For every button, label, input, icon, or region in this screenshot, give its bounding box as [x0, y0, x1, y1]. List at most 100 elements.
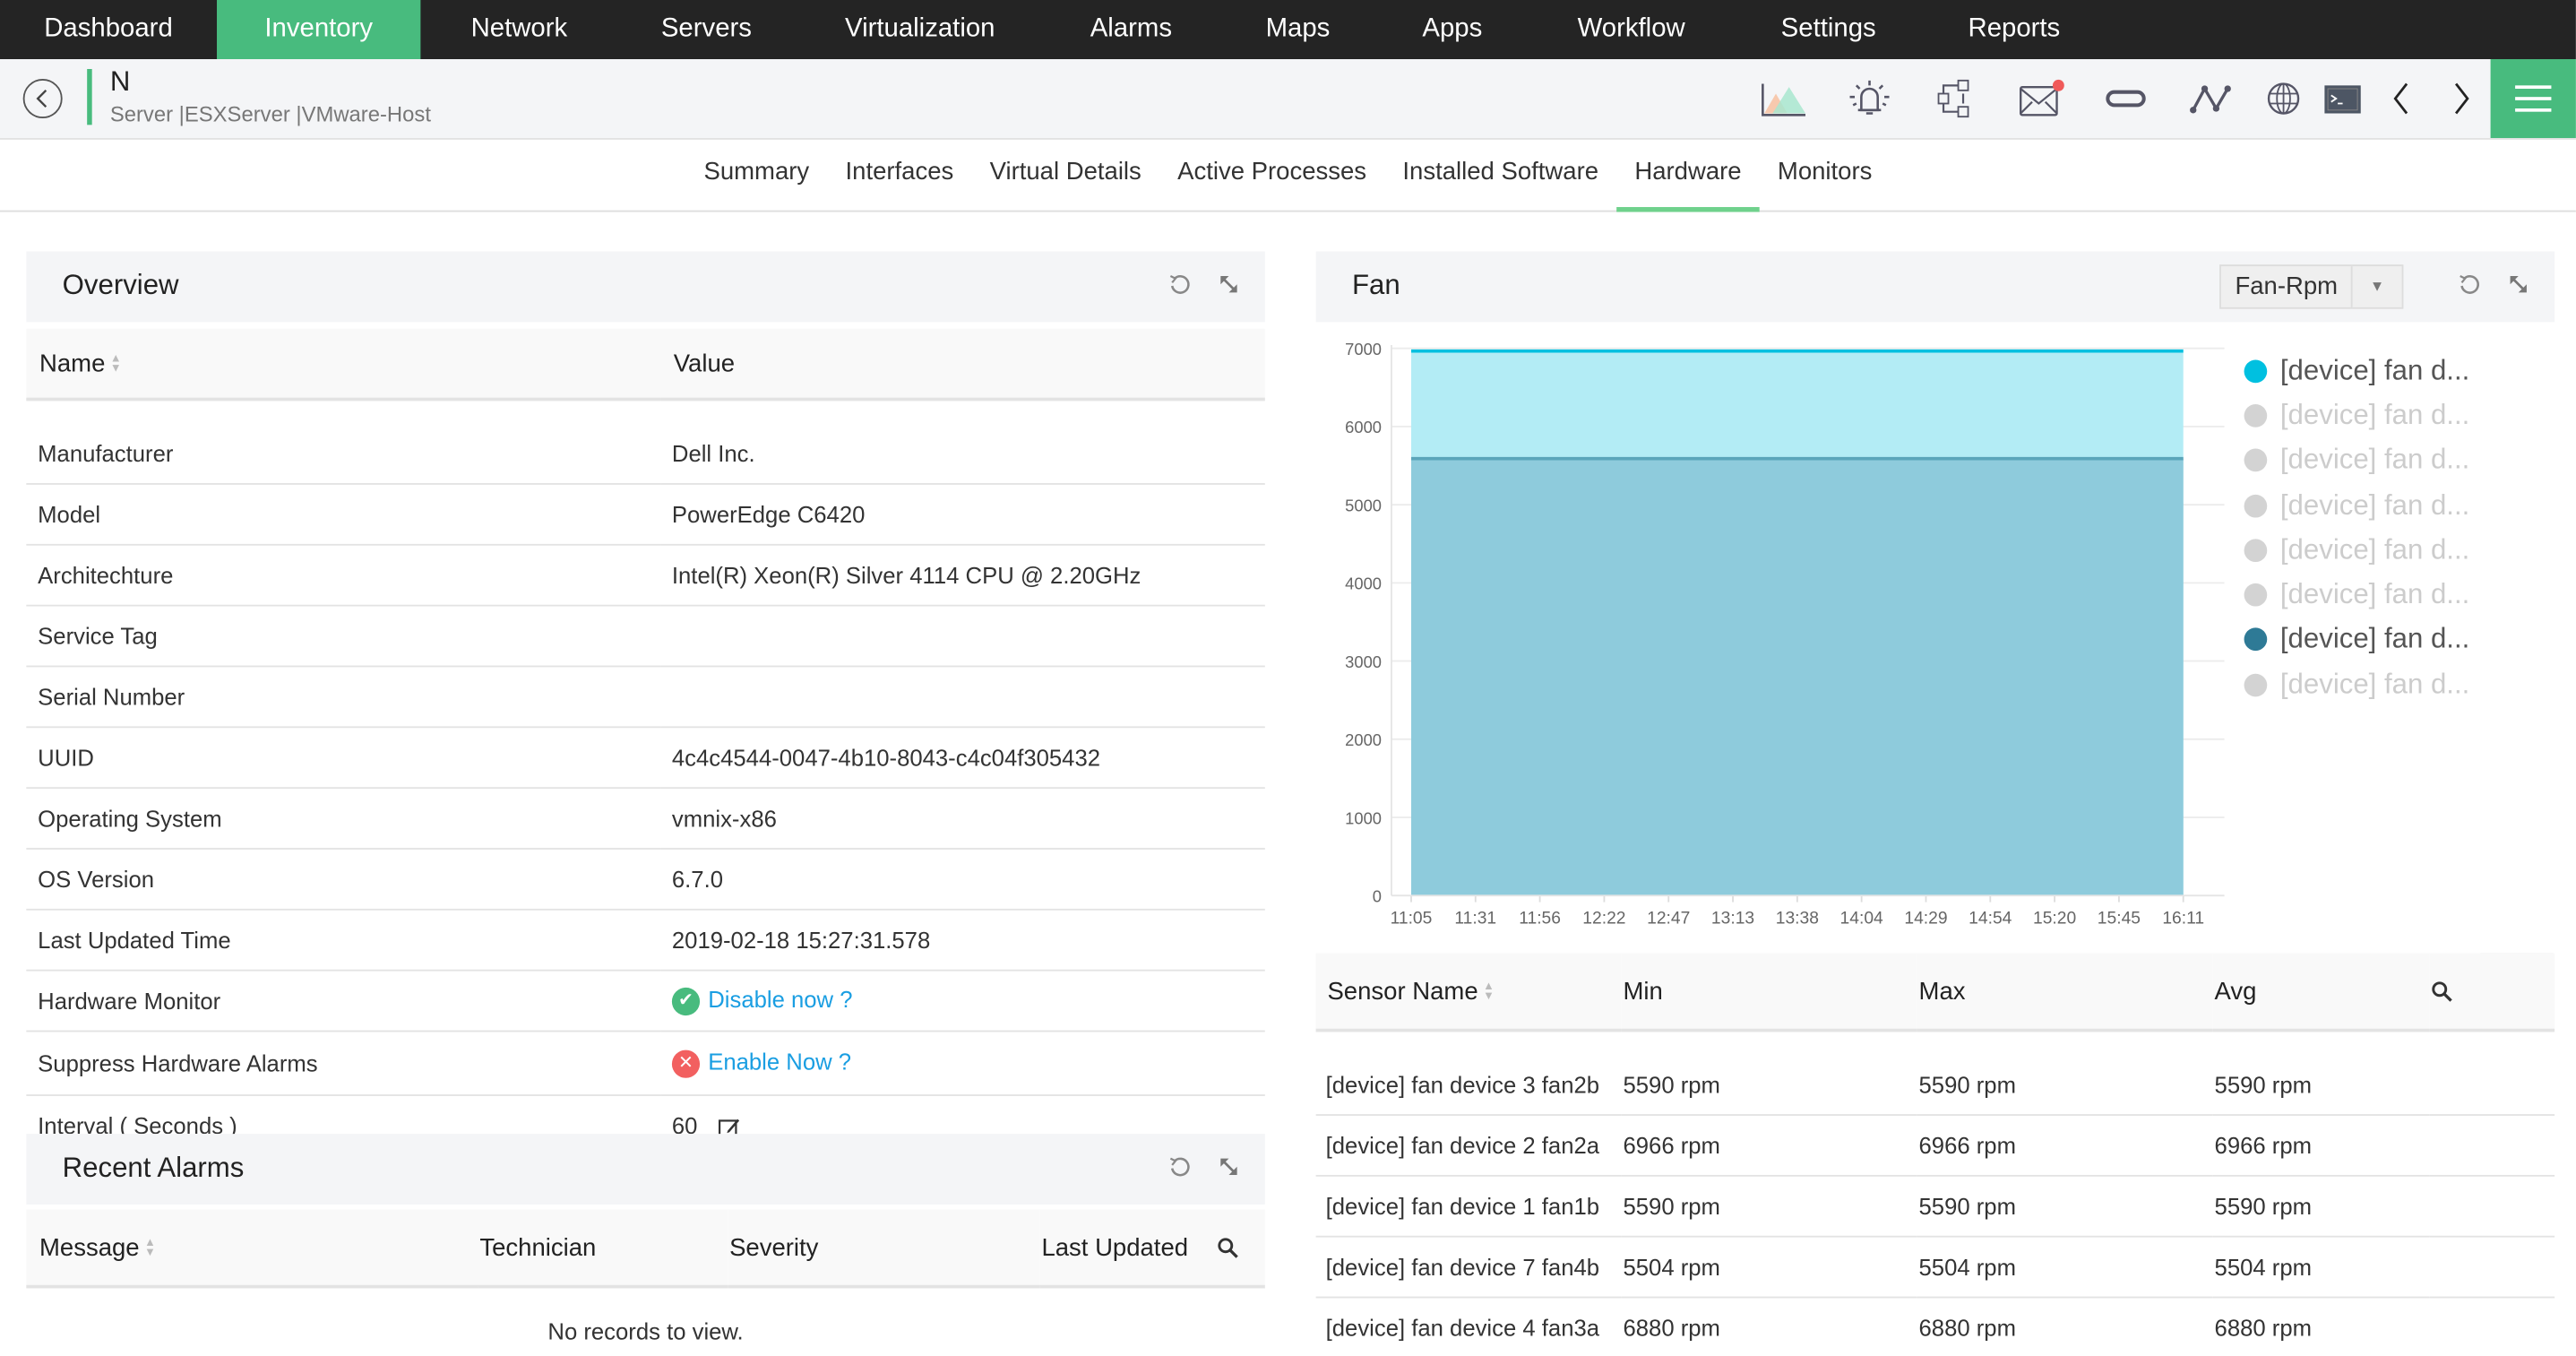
terminal-button[interactable] [2313, 59, 2373, 138]
sensor-max: 6880 rpm [1917, 1297, 2213, 1356]
column-header-name[interactable]: Name ▲ ▼ [26, 328, 661, 402]
refresh-button[interactable] [1167, 272, 1193, 298]
maximize-button[interactable] [1216, 272, 1242, 298]
column-label: Name [39, 349, 106, 377]
x-tick-label: 11:31 [1454, 909, 1496, 928]
nav-item-servers[interactable]: Servers [617, 0, 795, 59]
performance-chart-button[interactable] [1742, 59, 1827, 138]
fan-rpm-chart: 0 1000 2000 3000 4000 5000 6000 7000 11:05 11:31 1… [1345, 340, 2225, 928]
sort-icon: ▲ ▼ [144, 1236, 156, 1258]
sensor-avg: 5504 rpm [2212, 1236, 2555, 1299]
hamburger-line [2515, 108, 2552, 112]
back-button[interactable] [22, 79, 63, 119]
overview-row: Serial Number [26, 666, 1265, 729]
x-tick-label: 14:04 [1840, 909, 1883, 928]
nav-item-workflow[interactable]: Workflow [1526, 0, 1736, 59]
property-value: vmnix-x86 [660, 788, 1265, 850]
property-name: Hardware Monitor [26, 970, 661, 1032]
maximize-button[interactable] [1216, 1153, 1242, 1179]
property-name: Serial Number [26, 666, 661, 729]
nav-item-alarms[interactable]: Alarms [1045, 0, 1218, 59]
maximize-button[interactable] [2505, 272, 2531, 298]
nav-item-maps[interactable]: Maps [1218, 0, 1379, 59]
tab-installed-software[interactable]: Installed Software [1384, 140, 1616, 211]
property-value: ✔ Disable now ? [660, 970, 1265, 1032]
column-header-search[interactable] [2429, 953, 2555, 1032]
tab-summary[interactable]: Summary [685, 140, 827, 211]
legend-marker-icon [2244, 628, 2268, 652]
topology-button[interactable] [2168, 59, 2253, 138]
legend-marker-icon [2244, 494, 2268, 517]
legend-item[interactable]: [device] fan d... [2244, 393, 2469, 438]
legend-item[interactable]: [device] fan d... [2244, 662, 2469, 707]
nav-item-dashboard[interactable]: Dashboard [0, 0, 217, 59]
nav-item-reports[interactable]: Reports [1920, 0, 2107, 59]
property-name: Architechture [26, 544, 661, 607]
mail-button[interactable] [1998, 59, 2083, 138]
tab-virtual-details[interactable]: Virtual Details [971, 140, 1159, 211]
sensor-avg: 5590 rpm [2212, 1175, 2555, 1238]
web-button[interactable] [2254, 59, 2313, 138]
column-header-max[interactable]: Max [1917, 953, 2213, 1032]
overview-row: Hardware Monitor ✔ Disable now ? [26, 970, 1265, 1032]
nav-item-virtualization[interactable]: Virtualization [795, 0, 1045, 59]
sensor-name: [device] fan device 3 fan2b [1315, 1055, 1622, 1116]
sensor-min: 6966 rpm [1621, 1115, 1917, 1177]
refresh-icon [1169, 1157, 1190, 1177]
legend-label: [device] fan d... [2279, 578, 2470, 610]
x-tick-label: 14:54 [1969, 909, 2012, 928]
sort-icon: ▲ ▼ [1483, 980, 1495, 1002]
nav-item-inventory[interactable]: Inventory [217, 0, 421, 60]
hamburger-menu-button[interactable] [2490, 59, 2576, 139]
column-header-severity[interactable]: Severity [728, 1209, 1040, 1289]
property-value: 4c4c4544-0047-4b10-8043-c4c04f305432 [660, 727, 1265, 790]
next-icon [2454, 82, 2469, 115]
column-header-avg[interactable]: Avg [2212, 953, 2430, 1032]
previous-button[interactable] [2373, 59, 2432, 138]
nav-item-settings[interactable]: Settings [1736, 0, 1920, 59]
tab-hardware[interactable]: Hardware [1616, 140, 1760, 212]
globe-icon [2267, 82, 2300, 115]
column-header-sensor-name[interactable]: Sensor Name ▲ ▼ [1315, 953, 1622, 1032]
legend-item[interactable]: [device] fan d... [2244, 483, 2469, 528]
overview-row: Manufacturer Dell Inc. [26, 424, 1265, 485]
refresh-button[interactable] [2456, 272, 2482, 298]
y-tick-label: 6000 [1345, 418, 1382, 436]
legend-item[interactable]: [device] fan d... [2244, 438, 2469, 483]
legend-item[interactable]: [device] fan d... [2244, 618, 2469, 662]
y-tick-label: 7000 [1345, 340, 1382, 358]
sensor-name: [device] fan device 1 fan1b [1315, 1175, 1622, 1238]
sensor-name: [device] fan device 4 fan3a [1315, 1297, 1622, 1356]
legend-item[interactable]: [device] fan d... [2244, 349, 2469, 393]
alarms-button[interactable] [1827, 59, 1912, 138]
nav-item-apps[interactable]: Apps [1378, 0, 1526, 59]
tab-monitors[interactable]: Monitors [1760, 140, 1891, 211]
search-icon[interactable] [1218, 1238, 1239, 1259]
disable-hardware-monitor-link[interactable]: Disable now ? [708, 986, 852, 1012]
hamburger-line [2515, 97, 2552, 100]
legend-item[interactable]: [device] fan d... [2244, 573, 2470, 618]
x-tick-label: 13:38 [1776, 909, 1819, 928]
expand-icon [1220, 1158, 1237, 1175]
column-header-last-updated[interactable]: Last Updated [1039, 1209, 1265, 1289]
metric-selector[interactable]: Fan-Rpm ▼ [2219, 264, 2404, 309]
column-header-message[interactable]: Message ▲ ▼ [26, 1209, 478, 1289]
sync-button[interactable] [2083, 59, 2168, 138]
sensor-max: 5590 rpm [1917, 1055, 2213, 1116]
column-header-technician[interactable]: Technician [478, 1209, 728, 1289]
tab-interfaces[interactable]: Interfaces [827, 140, 971, 211]
workflow-button[interactable] [1912, 59, 1997, 138]
sensor-row: [device] fan device 4 fan3a 6880 rpm 6880 … [1315, 1297, 2555, 1356]
column-label: Last Updated [1041, 1233, 1189, 1262]
refresh-button[interactable] [1167, 1153, 1193, 1179]
search-icon[interactable] [2432, 981, 2453, 1003]
enable-suppress-alarms-link[interactable]: Enable Now ? [708, 1049, 851, 1075]
nav-item-network[interactable]: Network [420, 0, 617, 59]
next-button[interactable] [2432, 59, 2491, 138]
sensor-avg: 5590 rpm [2212, 1055, 2555, 1116]
legend-item[interactable]: [device] fan d... [2244, 528, 2469, 573]
column-header-min[interactable]: Min [1621, 953, 1917, 1032]
tab-active-processes[interactable]: Active Processes [1159, 140, 1384, 211]
property-name: Model [26, 483, 661, 546]
chart-legend: [device] fan d... [device] fan d... [devic… [2244, 349, 2470, 707]
